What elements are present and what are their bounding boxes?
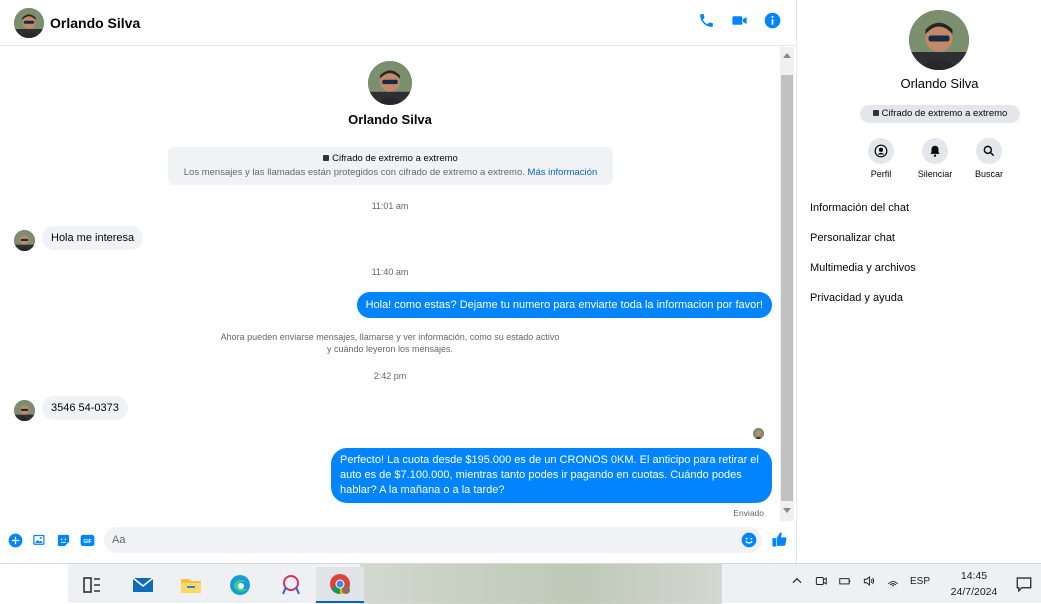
profile-action-label: Perfil — [870, 169, 892, 179]
sender-avatar[interactable] — [14, 230, 35, 251]
meet-now-icon[interactable] — [814, 574, 828, 588]
lock-icon — [872, 110, 879, 116]
chat-info-panel: Orlando Silva Cifrado de extremo a extre… — [796, 0, 1041, 563]
outgoing-message[interactable]: Hola! como estas? Dejame tu numero para … — [356, 292, 772, 318]
mute-action[interactable]: Silenciar — [917, 138, 953, 179]
encryption-title: Cifrado de extremo a extremo — [332, 153, 458, 164]
message-list[interactable]: Orlando Silva Cifrado de extremo a extre… — [0, 47, 780, 521]
encryption-notice: Cifrado de extremo a extremo Los mensaje… — [168, 147, 613, 185]
timestamp: 11:40 am — [371, 267, 409, 277]
contact-name[interactable]: Orlando Silva — [50, 15, 140, 31]
notification-icon[interactable] — [1015, 575, 1033, 593]
clock-date: 24/7/2024 — [950, 586, 998, 598]
windows-taskbar: ESP 14:45 24/7/2024 — [0, 563, 1041, 604]
profile-avatar[interactable] — [909, 10, 969, 70]
lock-icon — [323, 155, 330, 161]
scroll-down-arrow-icon[interactable] — [783, 508, 791, 513]
incoming-message[interactable]: 3546 54-0373 — [42, 396, 128, 420]
system-notice: Ahora pueden enviarse mensajes, llamarse… — [220, 332, 560, 354]
menu-chat-info[interactable]: Información del chat — [810, 200, 916, 230]
encryption-desc: Los mensajes y las llamadas están proteg… — [183, 167, 525, 178]
clock[interactable]: 14:45 24/7/2024 — [946, 568, 1002, 600]
taskbar-background — [360, 564, 722, 604]
snipping-tool-icon[interactable] — [267, 567, 315, 603]
seen-avatar — [753, 428, 764, 439]
add-icon[interactable] — [8, 533, 23, 548]
outgoing-message[interactable]: Perfecto! La cuota desde $195.000 es de … — [331, 448, 772, 503]
chrome-icon[interactable] — [316, 567, 364, 603]
emoji-icon[interactable] — [741, 532, 757, 548]
taskbar-blank — [0, 564, 68, 604]
scroll-up-arrow-icon[interactable] — [783, 53, 791, 58]
task-view-icon[interactable] — [68, 567, 116, 603]
clock-time: 14:45 — [960, 570, 988, 582]
profile-icon — [874, 144, 888, 158]
intro-avatar[interactable] — [368, 61, 412, 105]
encryption-badge: Cifrado de extremo a extremo — [860, 105, 1020, 123]
encryption-badge-label: Cifrado de extremo a extremo — [881, 108, 1008, 119]
language-indicator[interactable]: ESP — [910, 576, 930, 587]
search-action-label: Buscar — [974, 169, 1003, 179]
menu-privacy-help[interactable]: Privacidad y ayuda — [810, 290, 916, 320]
sender-avatar[interactable] — [14, 400, 35, 421]
contact-avatar[interactable] — [14, 8, 44, 38]
bell-icon — [930, 145, 940, 157]
more-info-link[interactable]: Más información — [528, 167, 598, 178]
scroll-thumb[interactable] — [781, 75, 793, 501]
photo-icon[interactable] — [32, 533, 47, 548]
chat-header: Orlando Silva — [0, 0, 796, 46]
composer: GIF — [0, 524, 796, 558]
menu-customize-chat[interactable]: Personalizar chat — [810, 230, 916, 260]
file-explorer-icon[interactable] — [167, 567, 215, 603]
timestamp: 2:42 pm — [373, 371, 407, 381]
phone-icon[interactable] — [698, 12, 714, 30]
profile-action[interactable]: Perfil — [863, 138, 899, 179]
sent-status: Enviado — [733, 508, 764, 518]
sticker-icon[interactable] — [56, 533, 71, 548]
gif-icon[interactable]: GIF — [80, 533, 95, 548]
incoming-message[interactable]: Hola me interesa — [42, 226, 144, 250]
edge-icon[interactable] — [216, 567, 264, 603]
volume-icon[interactable] — [862, 574, 876, 588]
message-input[interactable] — [104, 527, 762, 553]
mute-action-label: Silenciar — [917, 169, 953, 179]
search-icon — [983, 145, 995, 157]
info-icon[interactable] — [764, 12, 781, 30]
battery-icon[interactable] — [838, 574, 852, 588]
chevron-up-icon[interactable] — [790, 574, 804, 588]
menu-media-files[interactable]: Multimedia y archivos — [810, 260, 916, 290]
wifi-icon[interactable] — [886, 574, 900, 588]
messenger-window: Orlando Silva Orlando Silva Cifrado de e… — [0, 0, 1041, 563]
like-icon[interactable] — [771, 531, 788, 548]
system-tray: ESP — [790, 574, 930, 588]
chat-scrollbar[interactable] — [780, 47, 794, 521]
intro-name: Orlando Silva — [348, 112, 432, 127]
mail-icon[interactable] — [119, 567, 167, 603]
svg-text:GIF: GIF — [83, 539, 91, 545]
timestamp: 11:01 am — [371, 201, 409, 211]
profile-name: Orlando Silva — [900, 76, 979, 91]
search-action[interactable]: Buscar — [971, 138, 1007, 179]
video-call-icon[interactable] — [731, 12, 747, 30]
